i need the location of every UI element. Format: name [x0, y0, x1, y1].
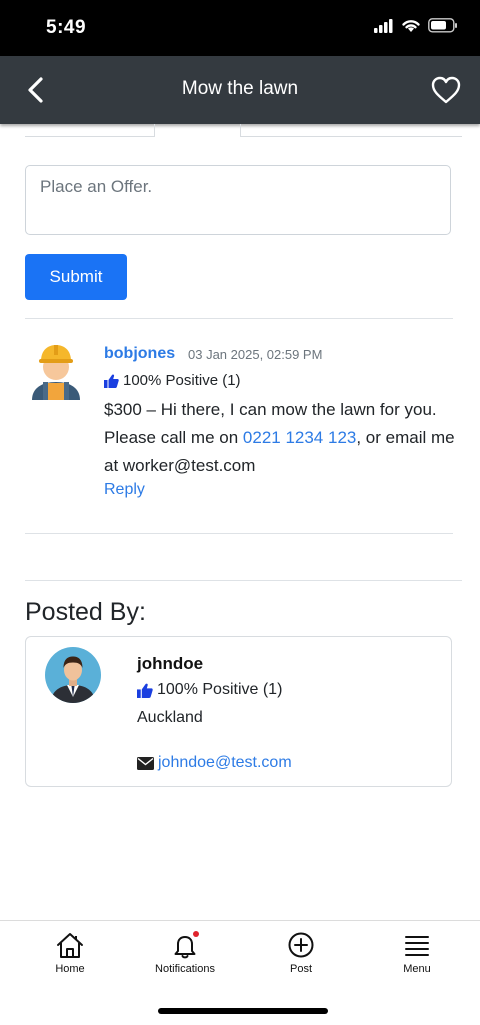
- menu-icon: [405, 936, 429, 956]
- tab-post[interactable]: Post: [251, 931, 351, 975]
- posted-by-heading: Posted By:: [25, 598, 146, 626]
- thumbs-up-icon: [104, 374, 119, 388]
- bell-icon: [174, 931, 199, 959]
- offer-textarea[interactable]: Place an Offer.: [25, 165, 451, 235]
- poster-username[interactable]: johndoe: [137, 654, 203, 674]
- top-navbar: Mow the lawn: [0, 56, 480, 124]
- thumbs-up-icon: [137, 683, 153, 698]
- divider: [25, 318, 453, 319]
- offer-message: $300 – Hi there, I can mow the lawn for …: [104, 396, 464, 480]
- page-title: Mow the lawn: [181, 78, 299, 99]
- poster-rating: 100% Positive (1): [137, 681, 282, 699]
- status-icons: [374, 18, 458, 33]
- worker-avatar-icon: [32, 345, 80, 400]
- tab-label: Notifications: [155, 963, 215, 975]
- divider: [25, 580, 462, 581]
- rating-text: 100% Positive (1): [157, 681, 283, 698]
- poster-avatar-icon: [45, 647, 101, 703]
- poster-email-link[interactable]: johndoe@test.com: [158, 754, 292, 772]
- partial-field: [25, 124, 155, 137]
- divider: [25, 533, 453, 534]
- offer-user-rating: 100% Positive (1): [104, 372, 241, 389]
- offer-username-link[interactable]: bobjones: [104, 345, 175, 363]
- offer-phone-link[interactable]: 0221 1234 123: [243, 428, 356, 447]
- poster-location: Auckland: [137, 709, 203, 726]
- wifi-icon: [402, 20, 420, 32]
- favorite-heart-icon[interactable]: [430, 75, 462, 105]
- submit-button[interactable]: Submit: [25, 254, 127, 300]
- home-icon: [57, 933, 83, 958]
- tab-menu[interactable]: Menu: [367, 931, 467, 975]
- partial-field: [240, 124, 462, 137]
- tab-home[interactable]: Home: [20, 931, 120, 975]
- rating-text: 100% Positive (1): [123, 372, 241, 389]
- offer-date: 03 Jan 2025, 02:59 PM: [188, 347, 323, 362]
- home-indicator: [158, 1008, 328, 1014]
- poster-email: johndoe@test.com: [137, 754, 292, 772]
- tab-label: Post: [289, 963, 312, 975]
- status-bar: 5:49: [0, 0, 480, 56]
- notification-badge: [193, 931, 199, 937]
- envelope-icon: [137, 756, 154, 770]
- tab-label: Home: [55, 963, 85, 975]
- signal-icon: [374, 18, 393, 33]
- status-time: 5:49: [46, 17, 87, 38]
- battery-icon: [428, 18, 457, 33]
- tab-label: Menu: [403, 963, 431, 975]
- plus-circle-icon: [288, 932, 314, 958]
- tab-notifications[interactable]: Notifications: [135, 931, 235, 975]
- reply-link[interactable]: Reply: [104, 481, 145, 499]
